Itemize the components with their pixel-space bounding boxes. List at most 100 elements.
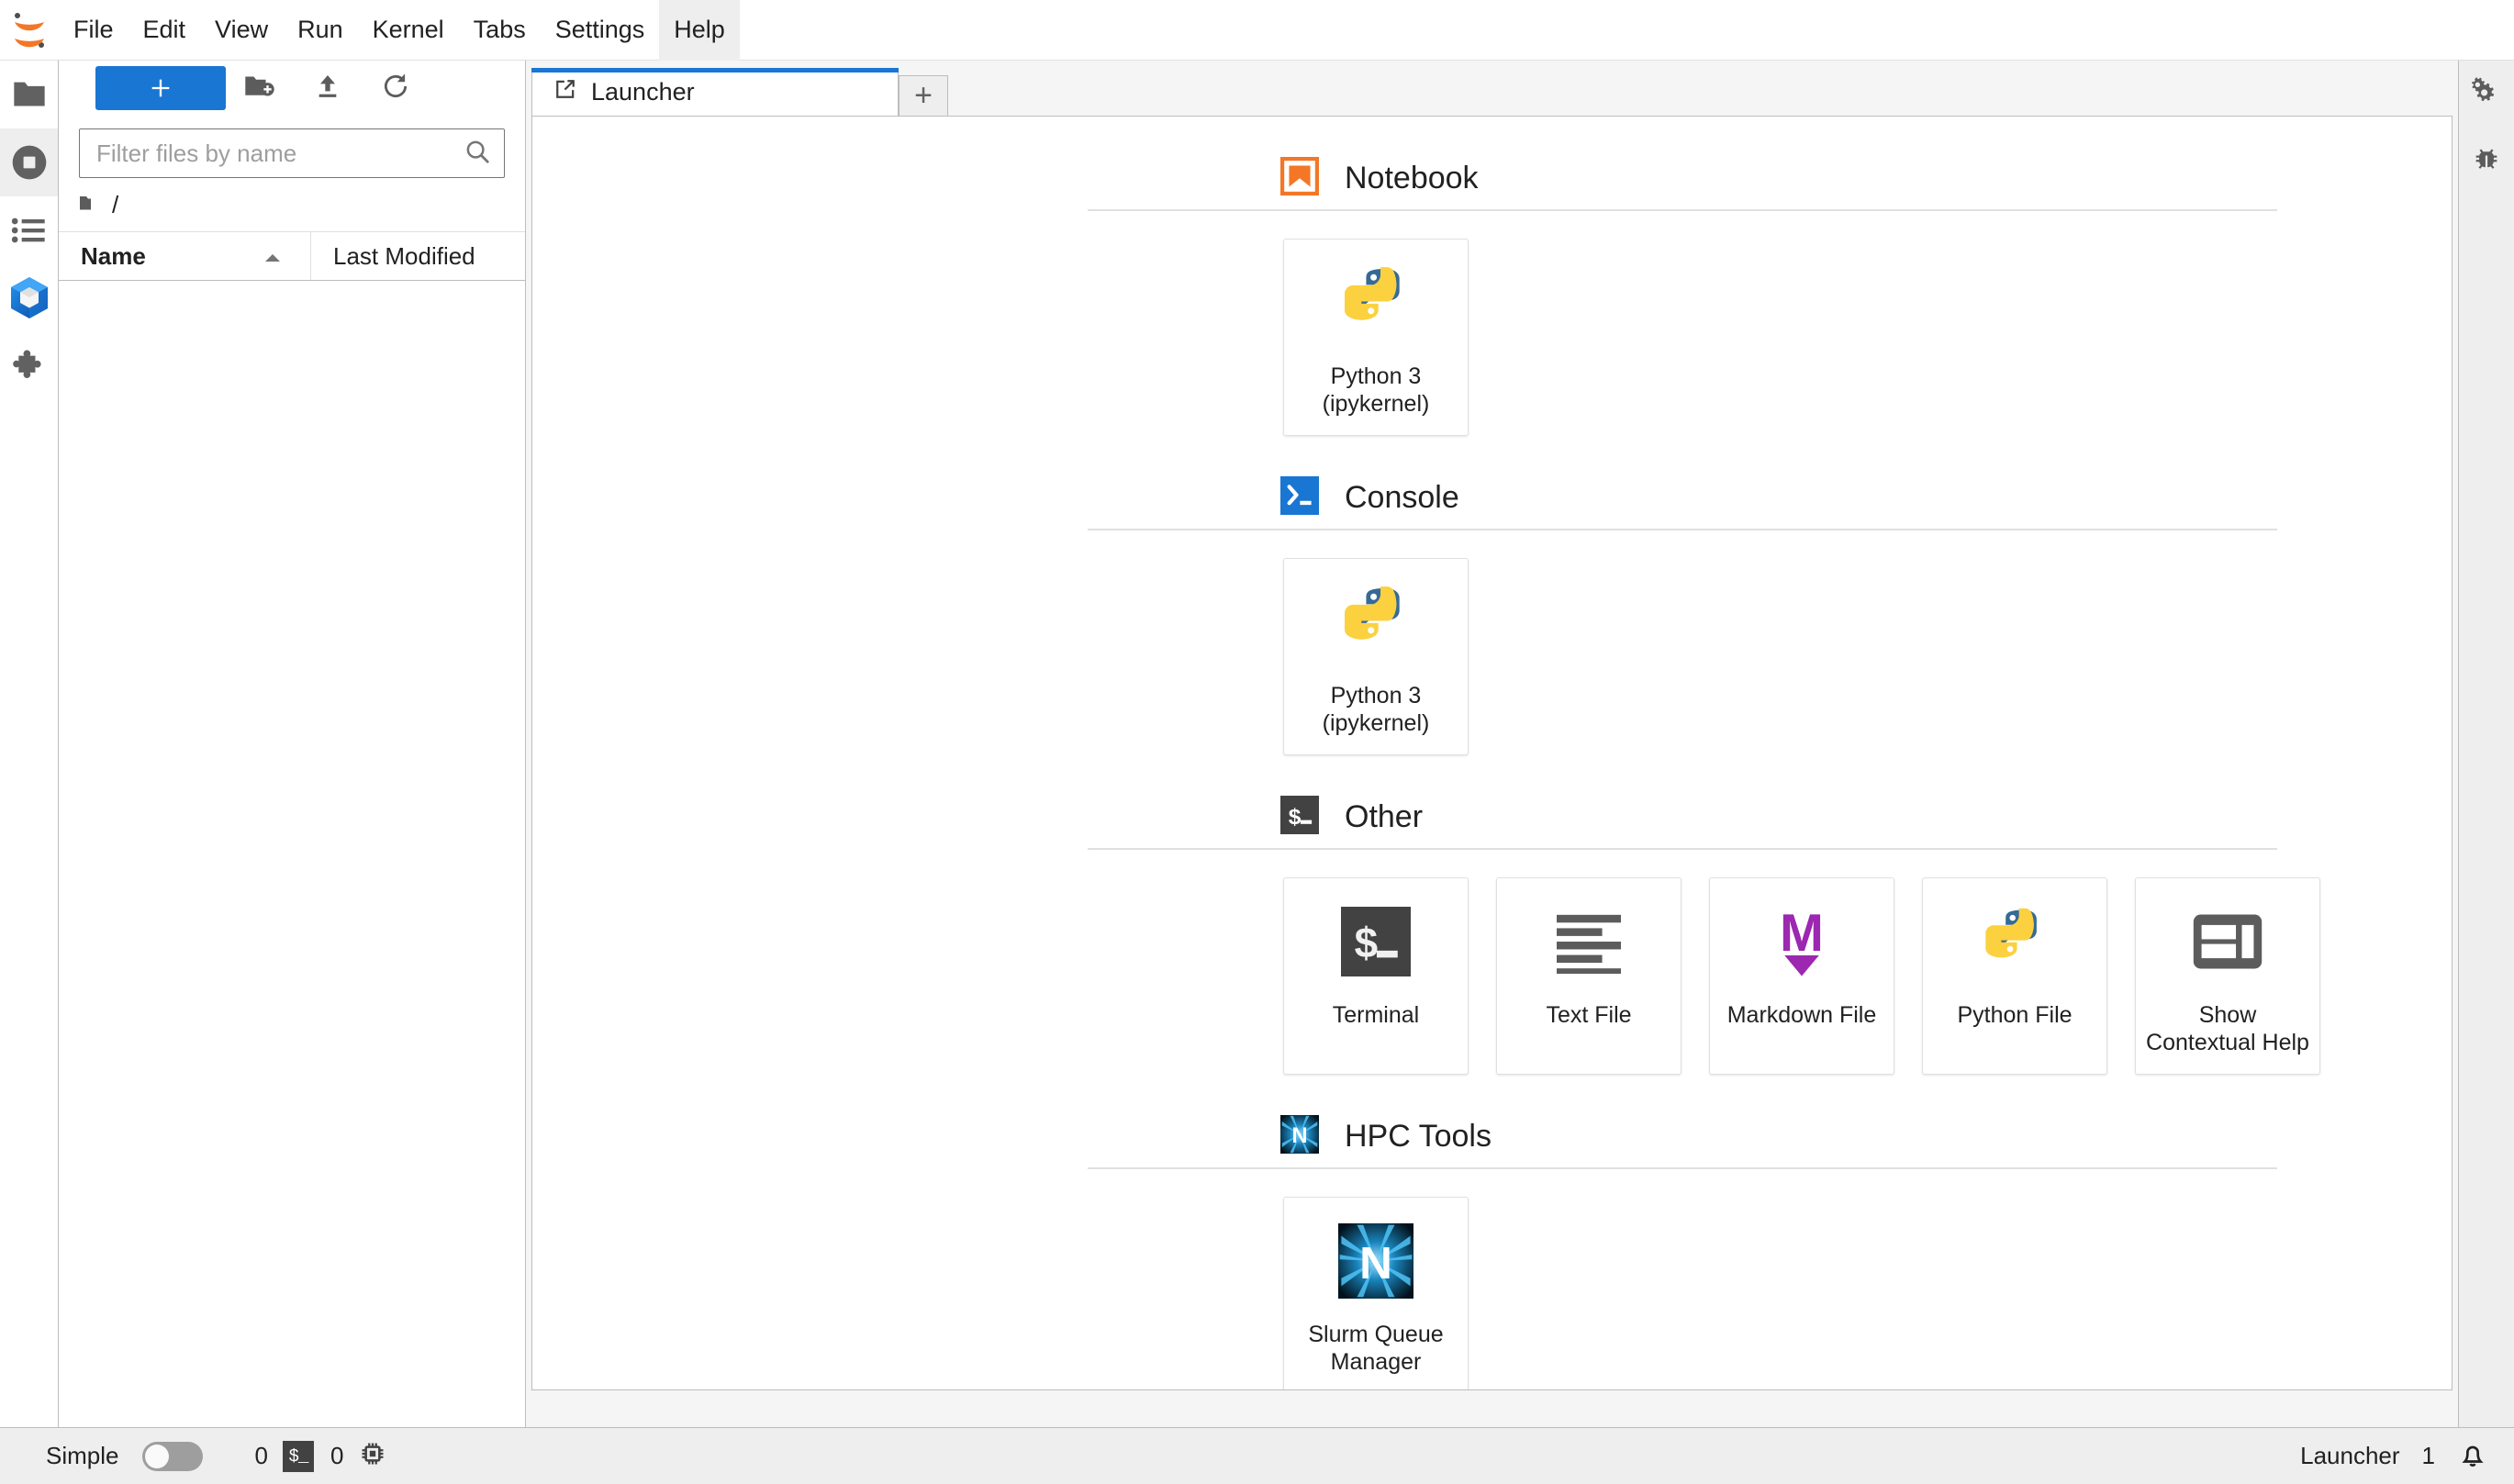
menu-items: File Edit View Run Kernel Tabs Settings … xyxy=(59,0,740,61)
bell-icon[interactable] xyxy=(2457,1438,2488,1474)
sidebar-item-debugger[interactable] xyxy=(2459,128,2514,196)
kernel-count-value: 0 xyxy=(330,1442,343,1470)
launcher-card-python-file-label: Python File xyxy=(1957,1001,2072,1030)
launcher-icon xyxy=(553,76,578,108)
launcher-section-console: Console Python 3 (ipykernel) xyxy=(532,476,2452,755)
gears-icon xyxy=(2470,76,2503,114)
menu-bar: File Edit View Run Kernel Tabs Settings … xyxy=(0,0,2514,61)
launcher-section-other: $ Other $ xyxy=(532,796,2452,1075)
refresh-file-list-button[interactable] xyxy=(362,66,430,110)
new-launcher-button[interactable] xyxy=(95,66,226,110)
menu-settings[interactable]: Settings xyxy=(541,0,660,61)
section-header-hpc-tools: N HPC Tools xyxy=(1280,1115,2277,1167)
refresh-icon xyxy=(381,72,410,104)
svg-text:N: N xyxy=(1359,1238,1392,1289)
launcher-card-contextual-help[interactable]: Show Contextual Help xyxy=(2135,877,2320,1075)
menu-file-label: File xyxy=(73,17,114,42)
section-divider-console xyxy=(1088,529,2277,530)
tab-launcher-label: Launcher xyxy=(591,78,695,106)
upload-icon xyxy=(313,72,342,104)
terminal-dollar-icon: $ xyxy=(1280,796,1319,839)
new-folder-button[interactable] xyxy=(226,66,294,110)
column-header-last-modified-label: Last Modified xyxy=(333,242,475,271)
dock-tab-bar: Launcher + xyxy=(526,61,2458,116)
column-header-last-modified[interactable]: Last Modified xyxy=(311,232,525,280)
launcher-card-text-file[interactable]: Text File xyxy=(1496,877,1682,1075)
card-label-line1: Markdown File xyxy=(1727,1001,1877,1030)
launcher-card-markdown-file-label: Markdown File xyxy=(1727,1001,1877,1030)
section-header-other: $ Other xyxy=(1280,796,2277,848)
column-header-name[interactable]: Name xyxy=(59,232,311,280)
right-activity-bar xyxy=(2458,61,2514,1427)
menu-view[interactable]: View xyxy=(200,0,283,61)
notification-count: 1 xyxy=(2422,1442,2435,1470)
markdown-m-icon: M xyxy=(1766,902,1838,981)
launcher-card-python-file[interactable]: Python File xyxy=(1922,877,2107,1075)
card-label-line1: Terminal xyxy=(1333,1001,1419,1030)
menu-file[interactable]: File xyxy=(59,0,128,61)
menu-help[interactable]: Help xyxy=(659,0,740,61)
card-label-line1: Text File xyxy=(1546,1001,1631,1030)
card-label-line1: Slurm Queue xyxy=(1308,1321,1443,1349)
card-label-line1: Show xyxy=(2146,1001,2309,1030)
menu-view-label: View xyxy=(215,17,268,42)
section-divider-other xyxy=(1088,848,2277,850)
launcher-card-slurm-queue-manager[interactable]: N Slurm Queue Manager xyxy=(1283,1197,1469,1390)
terminal-count-value: 0 xyxy=(254,1442,267,1470)
menu-tabs-label: Tabs xyxy=(474,17,526,42)
menu-edit[interactable]: Edit xyxy=(128,0,201,61)
svg-text:$: $ xyxy=(1289,805,1302,830)
launcher-card-notebook-python3[interactable]: Python 3 (ipykernel) xyxy=(1283,239,1469,436)
breadcrumb[interactable]: / xyxy=(59,178,525,231)
launcher-section-notebook: Notebook Python 3 (ipykernel) xyxy=(532,157,2452,436)
menu-run[interactable]: Run xyxy=(283,0,358,61)
card-label-line2: (ipykernel) xyxy=(1323,390,1430,418)
filter-files-field[interactable] xyxy=(79,128,505,178)
jupyter-logo-icon xyxy=(0,0,59,61)
card-label-line2: (ipykernel) xyxy=(1323,709,1430,738)
file-list[interactable] xyxy=(59,281,525,1427)
menu-tabs[interactable]: Tabs xyxy=(459,0,541,61)
sidebar-item-property-inspector[interactable] xyxy=(2459,61,2514,128)
section-header-notebook: Notebook xyxy=(1280,157,2277,209)
caret-up-icon xyxy=(261,242,285,271)
table-of-contents-icon xyxy=(11,217,48,244)
card-label-line2: Contextual Help xyxy=(2146,1029,2309,1057)
launcher-section-hpc-tools: N HPC Tools xyxy=(532,1115,2452,1390)
simple-mode-toggle[interactable] xyxy=(142,1442,203,1471)
folder-icon xyxy=(11,79,48,110)
extension-cube-icon xyxy=(8,275,50,321)
card-row-notebook: Python 3 (ipykernel) xyxy=(1283,239,2452,436)
active-tab-status[interactable]: Launcher xyxy=(2300,1442,2399,1470)
tab-launcher[interactable]: Launcher xyxy=(531,68,899,116)
sidebar-item-file-browser[interactable] xyxy=(0,61,59,128)
kernel-count-status[interactable]: 0 xyxy=(330,1439,387,1473)
menu-kernel[interactable]: Kernel xyxy=(358,0,459,61)
launcher-card-markdown-file[interactable]: M Markdown File xyxy=(1709,877,1894,1075)
python-logo-icon xyxy=(1978,902,2051,981)
menu-help-label: Help xyxy=(674,17,725,42)
simple-mode-label: Simple xyxy=(46,1442,118,1470)
file-list-header: Name Last Modified xyxy=(59,231,525,281)
sidebar-item-extension-manager[interactable] xyxy=(0,332,59,400)
sidebar-item-running[interactable] xyxy=(0,128,59,196)
launcher-card-terminal[interactable]: $ Terminal xyxy=(1283,877,1469,1075)
terminal-count-status[interactable]: 0 $_ xyxy=(254,1441,313,1472)
search-input[interactable] xyxy=(96,139,464,168)
add-tab-button[interactable]: + xyxy=(899,75,948,116)
upload-files-button[interactable] xyxy=(294,66,362,110)
section-title-other: Other xyxy=(1345,799,1423,835)
folder-icon xyxy=(79,191,101,219)
notebook-bookmark-icon xyxy=(1280,157,1319,200)
launcher-card-console-python3[interactable]: Python 3 (ipykernel) xyxy=(1283,558,1469,755)
card-label-line2: Manager xyxy=(1308,1348,1443,1377)
file-browser-toolbar xyxy=(59,61,525,116)
running-terminals-icon xyxy=(9,142,50,183)
menu-kernel-label: Kernel xyxy=(373,17,444,42)
section-title-console: Console xyxy=(1345,480,1459,516)
svg-text:N: N xyxy=(1291,1124,1307,1148)
launcher-card-notebook-python3-label: Python 3 (ipykernel) xyxy=(1323,363,1430,418)
sidebar-item-softwares[interactable] xyxy=(0,264,59,332)
sidebar-item-table-of-contents[interactable] xyxy=(0,196,59,264)
toggle-knob xyxy=(145,1445,169,1468)
